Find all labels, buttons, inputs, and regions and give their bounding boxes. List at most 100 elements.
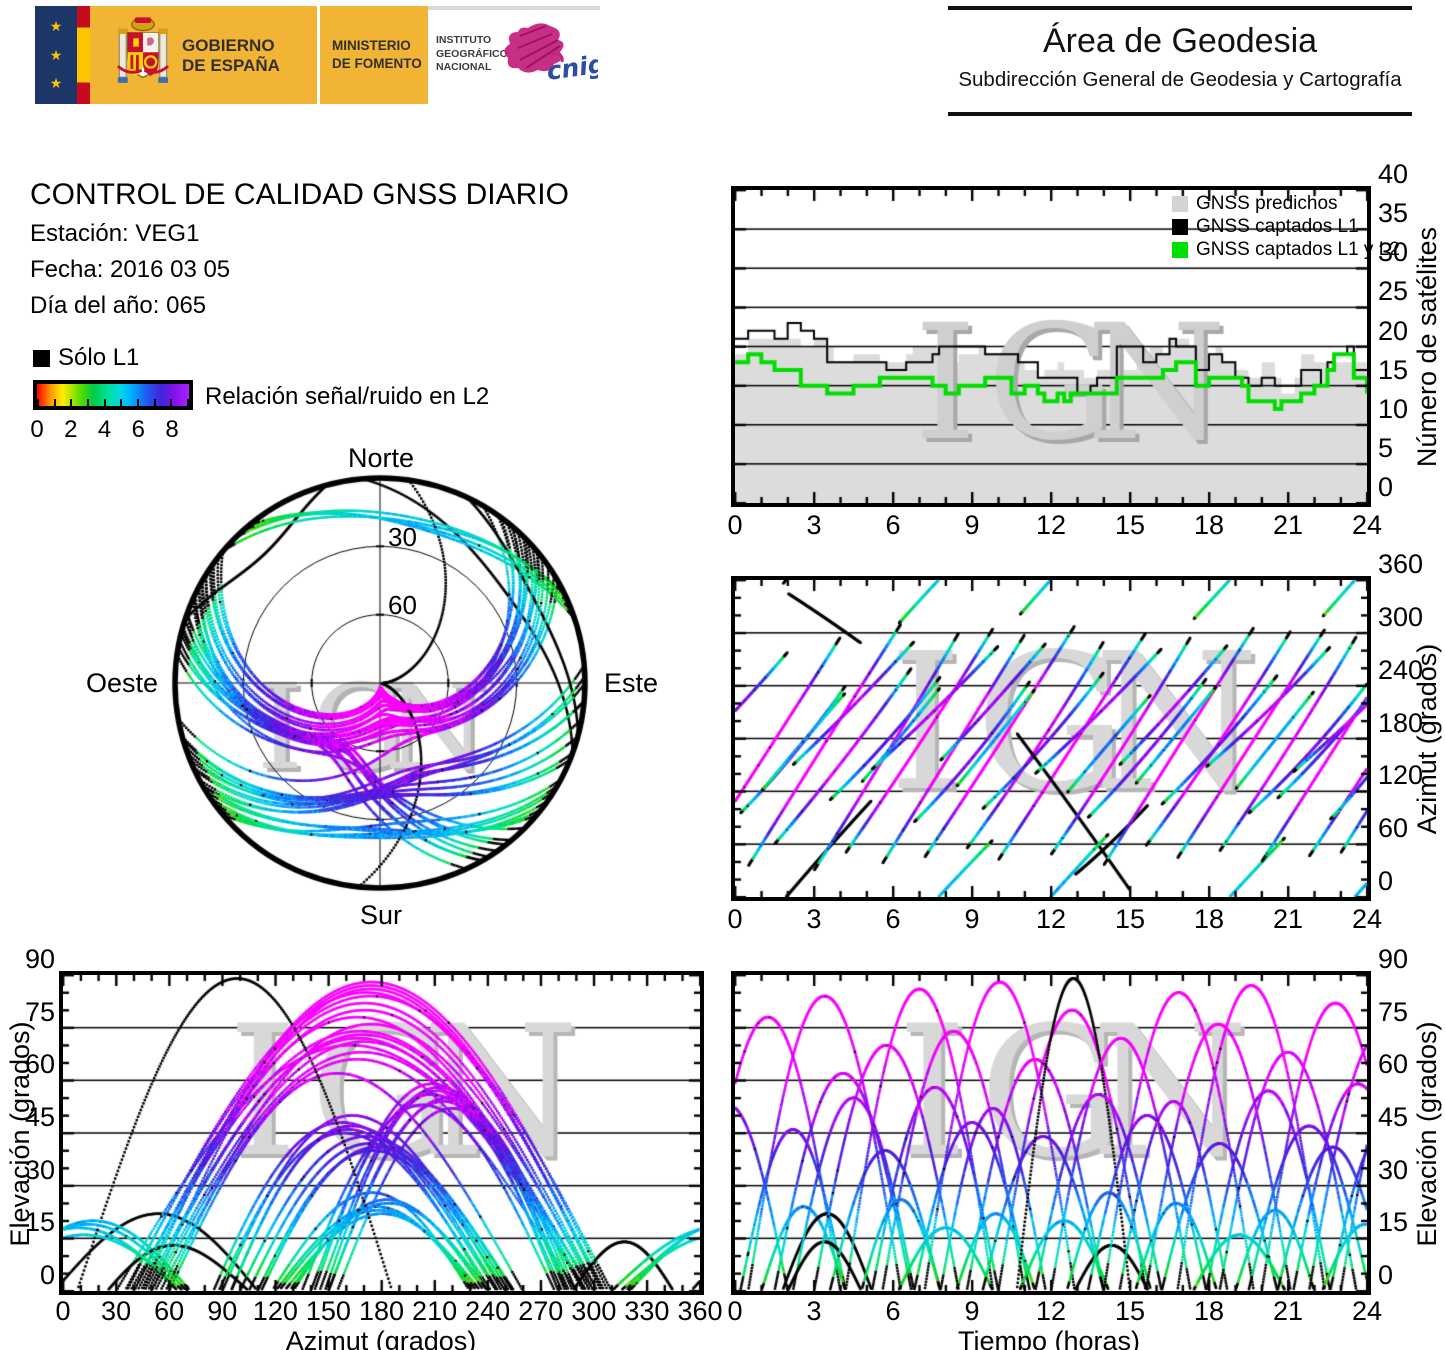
tick-label: 3 bbox=[806, 904, 822, 934]
tick-label: 360 bbox=[1378, 549, 1424, 579]
doy-line: Día del año: 065 bbox=[30, 292, 207, 319]
tick-label: 18 bbox=[1193, 904, 1225, 934]
colorbar-tick bbox=[53, 399, 56, 406]
tick-label: 15 bbox=[1114, 904, 1146, 934]
legend-label: GNSS predichos bbox=[1196, 192, 1338, 214]
green-swatch-icon bbox=[1172, 241, 1188, 258]
tick-label: 45 bbox=[1378, 1102, 1409, 1132]
tick-label: 21 bbox=[1272, 904, 1304, 934]
page-title: CONTROL DE CALIDAD GNSS DIARIO bbox=[30, 178, 569, 211]
tick-label: 0 bbox=[727, 904, 743, 934]
gray-swatch-icon bbox=[1172, 195, 1188, 212]
tick-label: 12 bbox=[1035, 1296, 1067, 1326]
date-line: Fecha: 2016 03 05 bbox=[30, 256, 231, 283]
ministerio-label: MINISTERIO DE FOMENTO bbox=[332, 38, 422, 71]
el-az-ylabel: Elevación (grados) bbox=[5, 1021, 35, 1247]
tick-label: 75 bbox=[1378, 996, 1409, 1027]
el-az-chart-frame bbox=[59, 971, 704, 1295]
el-time-canvas bbox=[735, 975, 1367, 1291]
star-icon: ★ bbox=[49, 17, 63, 34]
tick-label: 3 bbox=[806, 1296, 822, 1326]
sat-count-legend: GNSS predichos GNSS captados L1 GNSS cap… bbox=[1172, 192, 1400, 261]
solo-l1-legend: Sólo L1 bbox=[33, 344, 139, 372]
black-swatch-icon bbox=[1172, 218, 1188, 235]
tick-label: 6 bbox=[885, 904, 901, 934]
legend-row: GNSS captados L1 y L2 bbox=[1172, 238, 1400, 261]
tick-label: 5 bbox=[1378, 432, 1394, 463]
tick-label: 12 bbox=[1035, 510, 1067, 540]
spain-coat-of-arms-icon bbox=[117, 17, 169, 83]
tick-label: 20 bbox=[1378, 315, 1409, 346]
tick-label: 15 bbox=[1114, 1296, 1146, 1326]
tick-label: 25 bbox=[1378, 276, 1409, 307]
tick-label: 6 bbox=[885, 510, 901, 540]
el-az-xlabel: Azimut (grados) bbox=[285, 1326, 477, 1350]
tick-label: 15 bbox=[1378, 1207, 1409, 1238]
tick-label: 0 bbox=[1378, 472, 1394, 502]
colorbar-tick bbox=[170, 399, 173, 406]
colorbar-tick bbox=[87, 399, 89, 406]
sky-ring-30-label: 30 bbox=[388, 522, 417, 552]
tick-label: 60 bbox=[1378, 813, 1409, 844]
station-line: Estación: VEG1 bbox=[30, 220, 200, 247]
tick-label: 6 bbox=[885, 1296, 901, 1326]
tick-label: 90 bbox=[24, 944, 55, 974]
eu-flag-strip: ★ ★ ★ bbox=[35, 6, 77, 104]
spain-flag-strip bbox=[77, 6, 90, 104]
tick-label: 24 bbox=[1351, 1296, 1383, 1326]
colorbar-scale: 02468 bbox=[30, 416, 197, 443]
colorbar-number: 8 bbox=[165, 416, 179, 443]
colorbar-tick bbox=[70, 399, 73, 406]
el-time-chart-frame bbox=[731, 971, 1371, 1295]
sat-count-ylabel: Número de satélites bbox=[1412, 226, 1442, 468]
cnig-logo-icon: cnig bbox=[504, 23, 598, 86]
tick-label: 18 bbox=[1193, 510, 1225, 540]
black-square-icon bbox=[33, 349, 50, 367]
tick-label: 0 bbox=[1378, 866, 1394, 896]
colorbar-number: 2 bbox=[64, 416, 78, 443]
colorbar-tick bbox=[103, 399, 106, 406]
el-time-xlabel: Tiempo (horas) bbox=[957, 1326, 1141, 1350]
az-time-canvas bbox=[735, 580, 1367, 897]
tick-label: 15 bbox=[1114, 510, 1146, 540]
area-title: Área de Geodesia bbox=[1042, 22, 1318, 60]
sky-south-label: Sur bbox=[359, 900, 403, 930]
tick-label: 0 bbox=[727, 1296, 743, 1326]
tick-label: 90 bbox=[1378, 944, 1409, 974]
tick-label: 9 bbox=[964, 1296, 980, 1326]
sky-east-label: Este bbox=[604, 668, 659, 698]
tick-label: 12 bbox=[1035, 904, 1067, 934]
tick-label: 9 bbox=[964, 904, 980, 934]
gobierno-box: GOBIERNO DE ESPAÑA bbox=[90, 6, 317, 104]
ministerio-box: MINISTERIO DE FOMENTO bbox=[320, 6, 428, 104]
tick-label: 15 bbox=[1378, 354, 1409, 385]
skyplot-canvas bbox=[165, 468, 595, 898]
el-time-ylabel: Elevación (grados) bbox=[1412, 1021, 1442, 1247]
instituto-box: INSTITUTO GEOGRÁFICO NACIONAL cnig bbox=[428, 6, 600, 104]
area-geodesia-header: Área de Geodesia Subdirección General de… bbox=[948, 6, 1412, 116]
tick-label: 0 bbox=[1378, 1260, 1394, 1290]
gobierno-label: GOBIERNO DE ESPAÑA bbox=[182, 36, 280, 76]
sky-ring-60-label: 60 bbox=[388, 590, 417, 620]
legend-label: GNSS captados L1 y L2 bbox=[1196, 238, 1400, 260]
tick-label: 40 bbox=[1378, 159, 1409, 189]
tick-label: 3 bbox=[806, 510, 822, 540]
colorbar-label: Relación señal/ruido en L2 bbox=[205, 383, 490, 410]
tick-label: 30 bbox=[1378, 1154, 1409, 1185]
tick-label: 24 bbox=[1351, 904, 1383, 934]
sky-north-label: Norte bbox=[347, 443, 415, 473]
legend-row: GNSS captados L1 bbox=[1172, 215, 1400, 238]
tick-label: 0 bbox=[727, 510, 743, 540]
government-logo-block: ★ ★ ★ GOBIERNO DE ESPAÑA MINISTERIO DE F… bbox=[35, 6, 600, 104]
star-icon: ★ bbox=[49, 46, 63, 63]
colorbar-tick bbox=[120, 399, 123, 406]
colorbar-tick bbox=[153, 399, 156, 406]
star-icon: ★ bbox=[49, 75, 63, 92]
colorbar-tick bbox=[37, 399, 39, 406]
colorbar-tick bbox=[187, 399, 189, 406]
colorbar-number: 0 bbox=[30, 416, 44, 443]
snr-colorbar bbox=[33, 380, 193, 410]
tick-label: 60 bbox=[1378, 1049, 1409, 1080]
az-time-ylabel: Azimut (grados) bbox=[1412, 643, 1442, 835]
colorbar-tick bbox=[137, 399, 139, 406]
